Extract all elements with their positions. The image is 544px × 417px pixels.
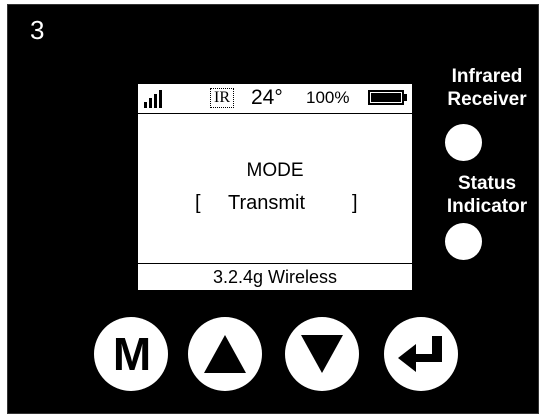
mode-label: MODE (246, 160, 304, 181)
mode-button-label: M (112, 328, 151, 380)
mode-bracket-close: ] (352, 192, 358, 214)
signal-bars-icon (144, 90, 166, 108)
status-indicator-label: Status Indicator (432, 172, 542, 218)
down-button[interactable] (285, 317, 359, 391)
down-arrow-icon (301, 335, 343, 373)
temperature-readout: 24° (251, 86, 283, 109)
up-arrow-icon (204, 335, 246, 373)
step-number: 3 (30, 15, 45, 45)
status-label-line1: Status (457, 173, 517, 194)
battery-tip (404, 94, 407, 101)
infrared-label-line1: Infrared (451, 66, 523, 87)
infrared-label-line2: Receiver (447, 89, 527, 110)
lcd-screen: IR 24° 100% MODE [ Transmit ] 3.2.4g Wir… (137, 83, 413, 291)
screen-status-bar: IR 24° 100% (138, 84, 412, 114)
mode-bracket-open: [ (195, 192, 201, 214)
battery-percent: 100% (306, 88, 350, 107)
screen-footer: 3.2.4g Wireless (138, 263, 412, 290)
enter-return-icon (398, 336, 442, 372)
infrared-receiver-label: Infrared Receiver (432, 65, 542, 111)
ir-indicator: IR (210, 88, 234, 108)
mode-value: Transmit (228, 192, 306, 214)
battery-icon (368, 90, 404, 105)
infrared-receiver-led (445, 124, 482, 161)
mode-button[interactable]: M (94, 317, 168, 391)
battery-fill (371, 93, 401, 102)
status-label-line2: Indicator (446, 196, 528, 217)
status-indicator-led (445, 223, 482, 260)
enter-button[interactable] (384, 317, 458, 391)
up-button[interactable] (188, 317, 262, 391)
